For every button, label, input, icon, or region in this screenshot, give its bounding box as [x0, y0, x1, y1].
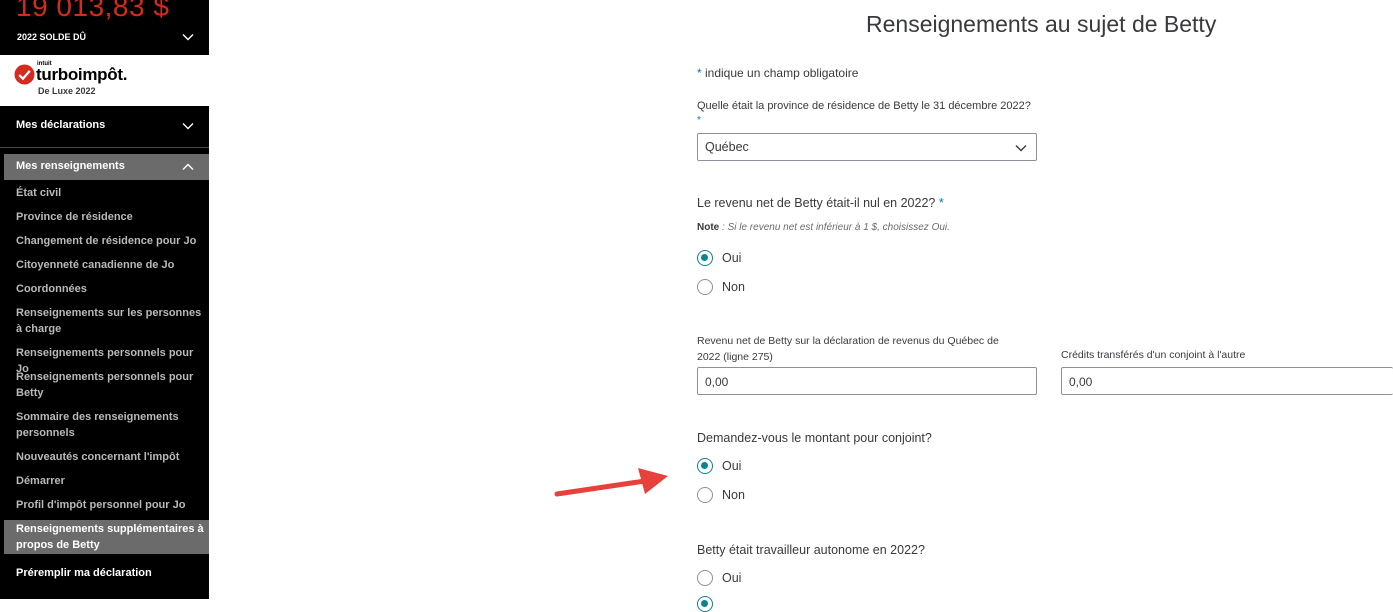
revenu-net-input[interactable]: 0,00 — [697, 367, 1037, 395]
sidebar-item-citoyennete[interactable]: Citoyenneté canadienne de Jo — [16, 257, 206, 273]
radio-label-oui: Oui — [722, 251, 742, 265]
radio-label-oui: Oui — [722, 571, 742, 585]
sidebar-item-demarrer[interactable]: Démarrer — [16, 473, 206, 489]
nav-section-renseignements[interactable]: Mes renseignements — [4, 154, 209, 180]
sidebar-item-profil-jo[interactable]: Profil d'impôt personnel pour Jo — [16, 497, 206, 513]
revenu-nul-oui-radio[interactable] — [697, 250, 713, 266]
radio-label-non: Non — [722, 488, 745, 502]
sidebar-item-personnes-charge[interactable]: Renseignements sur les personnes à charg… — [16, 305, 206, 337]
note-text: : Si le revenu net est inférieur à 1 $, … — [719, 222, 950, 233]
note: Note : Si le revenu net est inférieur à … — [697, 222, 950, 233]
travailleur-question: Betty était travailleur autonome en 2022… — [697, 543, 925, 557]
required-star: * — [697, 115, 701, 126]
divider — [0, 147, 209, 148]
credits-label: Crédits transférés d'un conjoint à l'aut… — [1061, 349, 1246, 361]
radio-label-non: Non — [722, 280, 745, 294]
sidebar-item-province[interactable]: Province de résidence — [16, 209, 206, 225]
sidebar-item-etat-civil[interactable]: État civil — [16, 185, 206, 201]
montant-conjoint-non-radio[interactable] — [697, 487, 713, 503]
nav-section-label: Mes renseignements — [16, 160, 125, 172]
province-select[interactable]: Québec — [697, 133, 1037, 161]
chevron-up-icon — [181, 160, 195, 174]
sidebar-item-sommaire[interactable]: Sommaire des renseignements personnels — [16, 409, 206, 441]
required-note: * indique un champ obligatoire — [697, 66, 858, 80]
sidebar-item-supplementaires-betty[interactable]: Renseignements supplémentaires à propos … — [4, 520, 209, 554]
travailleur-oui-radio[interactable] — [697, 570, 713, 586]
edition-label: De Luxe 2022 — [38, 86, 96, 96]
revenu-nul-question: Le revenu net de Betty était-il nul en 2… — [697, 196, 944, 210]
province-question: Quelle était la province de résidence de… — [697, 100, 1031, 112]
travailleur-non-radio[interactable] — [697, 596, 713, 612]
nav-section-label: Mes déclarations — [16, 119, 106, 131]
sidebar-item-changement-residence[interactable]: Changement de résidence pour Jo — [16, 233, 206, 249]
required-note-text: indique un champ obligatoire — [701, 66, 859, 80]
montant-conjoint-question: Demandez-vous le montant pour conjoint? — [697, 431, 932, 445]
sidebar-item-coordonnees[interactable]: Coordonnées — [16, 281, 206, 297]
nav-section-preremplir[interactable]: Préremplir ma déclaration — [16, 565, 206, 581]
note-label: Note — [697, 222, 720, 233]
balance-label: 2022 SOLDE DÛ — [17, 32, 87, 42]
radio-label-oui: Oui — [722, 459, 742, 473]
chevron-down-icon — [181, 119, 195, 133]
page-title: Renseignements au sujet de Betty — [866, 11, 1217, 37]
credits-input[interactable]: 0,00 — [1061, 367, 1393, 395]
sidebar-item-renseignements-betty[interactable]: Renseignements personnels pour Betty — [16, 369, 206, 401]
revenu-nul-question-text: Le revenu net de Betty était-il nul en 2… — [697, 196, 936, 210]
province-select-value: Québec — [705, 140, 749, 154]
revenu-net-label: Revenu net de Betty sur la déclaration d… — [697, 335, 999, 363]
revenu-nul-non-radio[interactable] — [697, 279, 713, 295]
nav-section-declarations[interactable]: Mes déclarations — [0, 113, 209, 139]
sidebar: 19 013,83 $ 2022 SOLDE DÛ intuit turboim… — [0, 0, 209, 599]
balance-due-panel[interactable]: 19 013,83 $ 2022 SOLDE DÛ — [0, 0, 209, 55]
chevron-down-icon — [1014, 141, 1028, 155]
brand-name: turboimpôt. — [36, 65, 128, 84]
montant-conjoint-oui-radio[interactable] — [697, 458, 713, 474]
balance-amount: 19 013,83 $ — [16, 0, 170, 22]
sidebar-item-nouveautes[interactable]: Nouveautés concernant l'impôt — [16, 449, 206, 465]
checkmark-logo-icon — [14, 64, 35, 85]
chevron-down-icon[interactable] — [181, 30, 195, 44]
turbotax-logo: intuit turboimpôt. De Luxe 2022 — [0, 55, 209, 106]
red-arrow-icon — [554, 468, 668, 497]
required-star: * — [938, 196, 944, 210]
